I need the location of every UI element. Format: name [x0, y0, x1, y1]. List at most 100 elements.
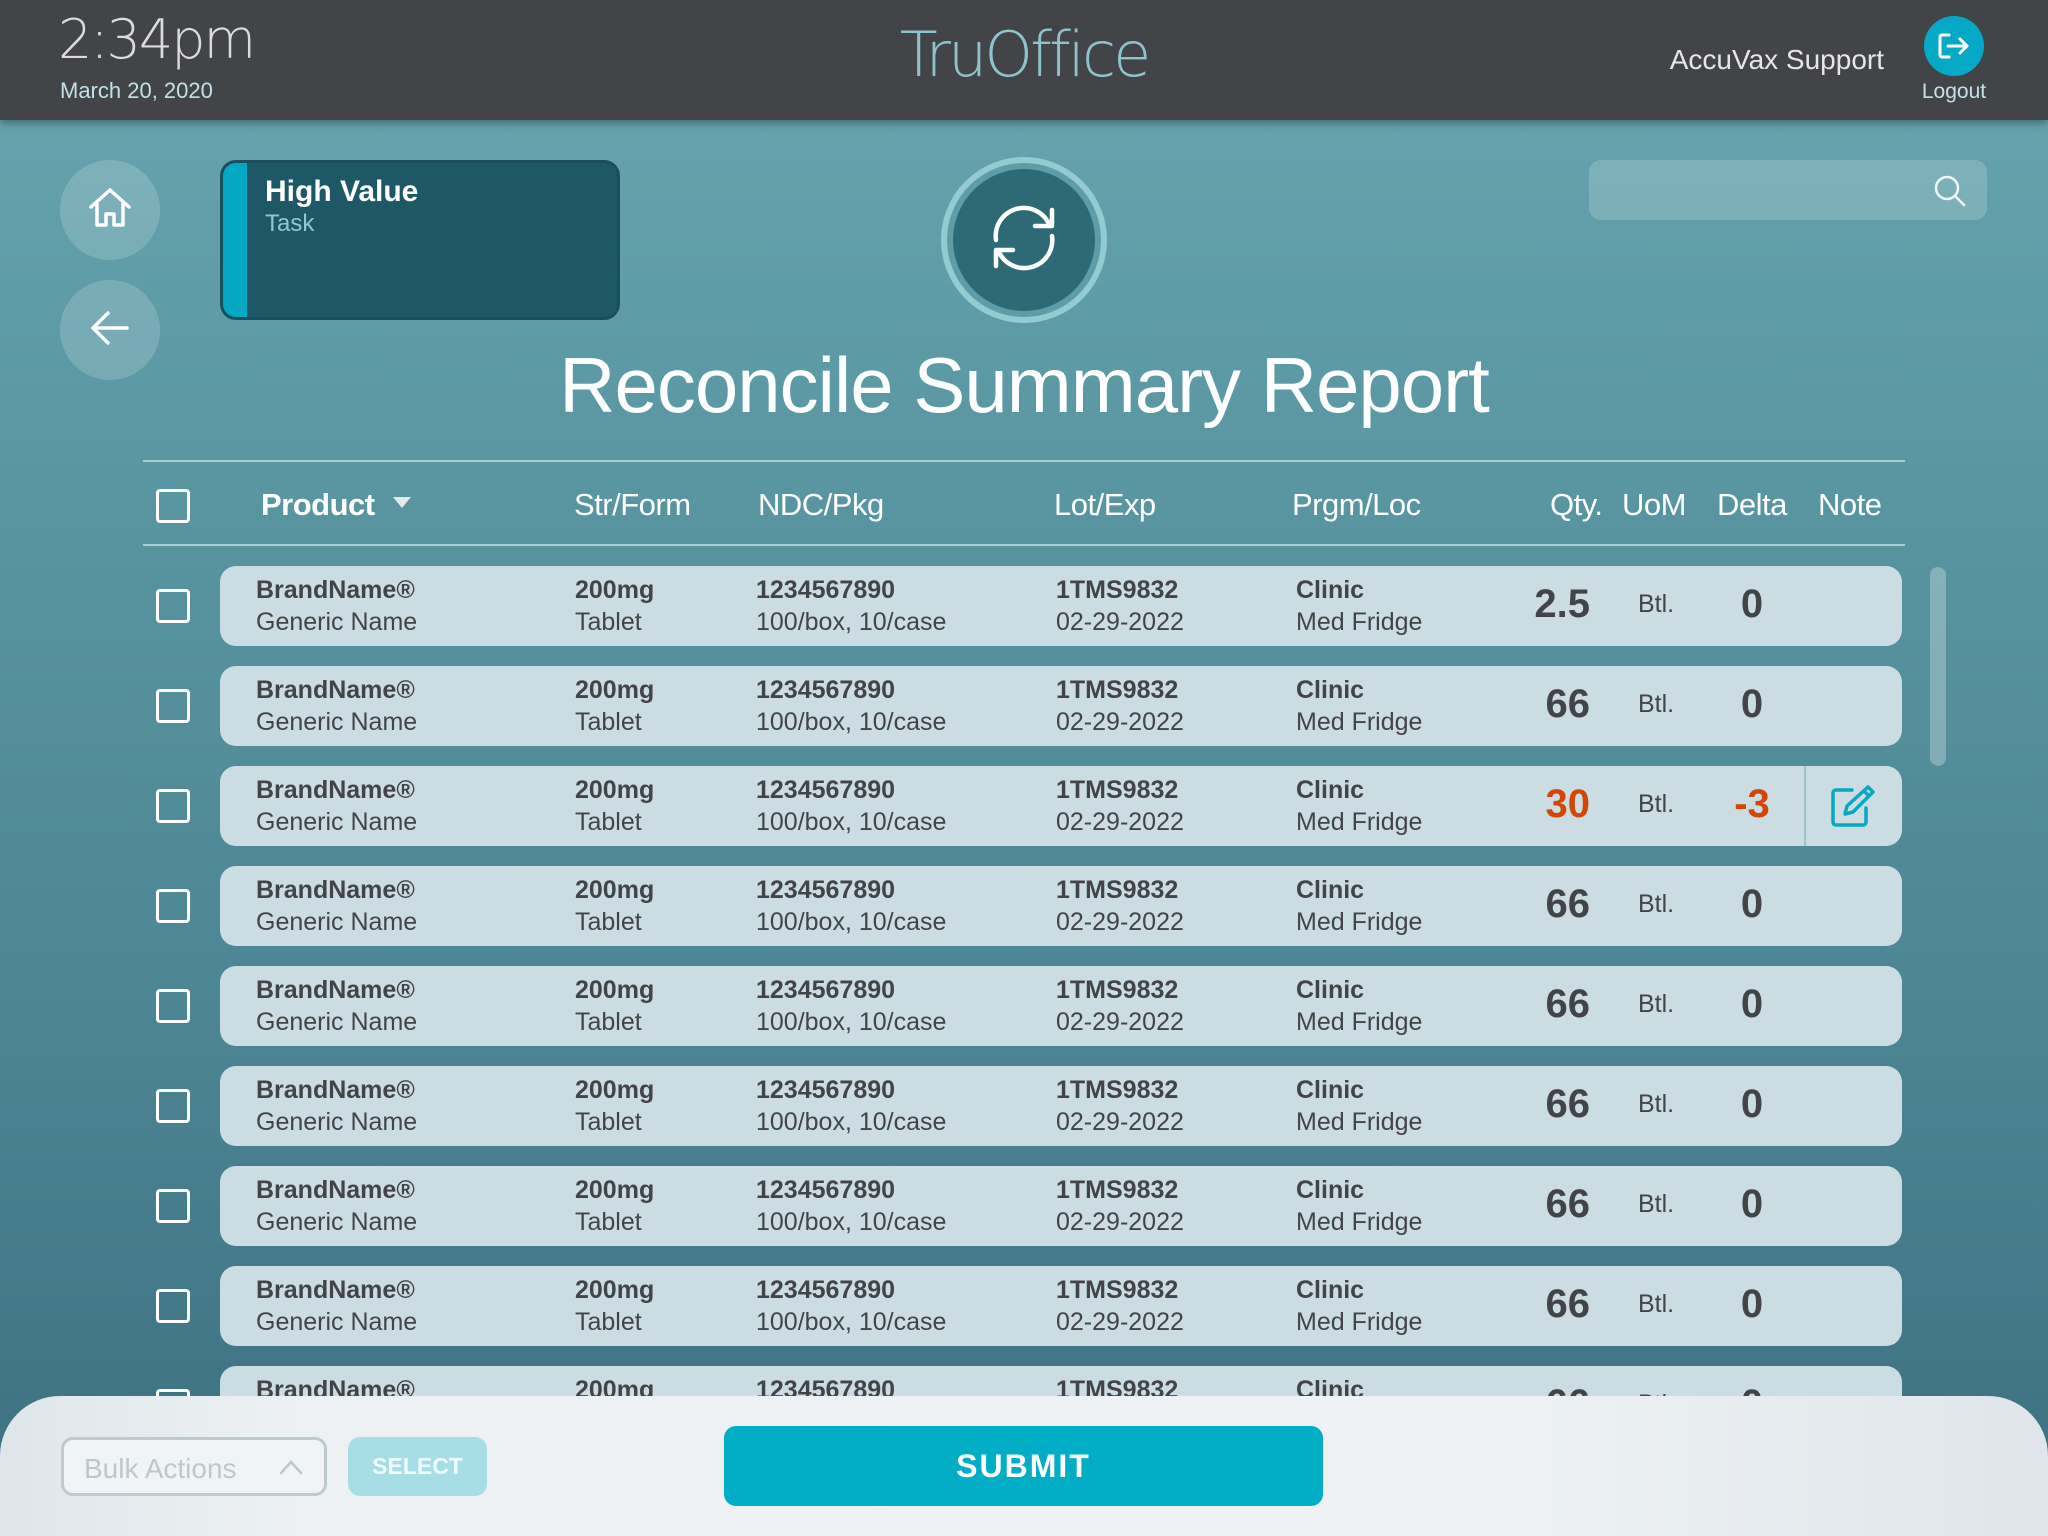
row-checkbox[interactable] [156, 1189, 190, 1223]
unit-of-measure: Btl. [1638, 890, 1675, 918]
program-location-cell: Clinic Med Fridge [1296, 574, 1422, 638]
top-bar: 2:34pm March 20, 2020 TruOffice AccuVax … [0, 0, 2048, 120]
row-checkbox[interactable] [156, 589, 190, 623]
logout-button[interactable]: Logout [1914, 16, 1994, 108]
ndc: 1234567890 [756, 576, 896, 604]
package: 100/box, 10/case [756, 1208, 947, 1236]
table-row: BrandName®Generic Name200mgTablet1234567… [0, 966, 2048, 1046]
expiration-date: 02-29-2022 [1056, 1008, 1184, 1036]
ndc-pkg-cell: 1234567890 100/box, 10/case [756, 574, 946, 638]
lot-number: 1TMS9832 [1056, 1076, 1179, 1104]
quantity: 66 [1545, 982, 1591, 1026]
table-row: BrandName®Generic Name200mgTablet1234567… [0, 666, 2048, 746]
table-body: BrandName® Generic Name 200mg Tablet 1234567… [0, 0, 2048, 1396]
form: Tablet [575, 908, 642, 936]
lot-exp-cell: 1TMS9832 02-29-2022 [1056, 1174, 1184, 1238]
row-card[interactable]: BrandName®Generic Name200mgTablet1234567… [220, 566, 1902, 646]
row-checkbox[interactable] [156, 989, 190, 1023]
location: Med Fridge [1296, 908, 1423, 936]
generic-name: Generic Name [256, 608, 418, 636]
table-row: BrandName®Generic Name200mgTablet1234567… [0, 1366, 2048, 1396]
row-checkbox[interactable] [156, 1289, 190, 1323]
strength: 200mg [575, 976, 655, 1004]
row-checkbox[interactable] [156, 889, 190, 923]
lot-number: 1TMS9832 [1056, 576, 1179, 604]
row-card[interactable]: BrandName®Generic Name200mgTablet1234567… [220, 966, 1902, 1046]
select-button[interactable]: SELECT [348, 1437, 487, 1496]
ndc: 1234567890 [756, 976, 896, 1004]
location: Med Fridge [1296, 708, 1423, 736]
lot-number: 1TMS9832 [1056, 876, 1179, 904]
generic-name: Generic Name [256, 908, 418, 936]
product-cell: BrandName®Generic Name [256, 974, 417, 1038]
program-location-cell: Clinic Med Fridge [1296, 1274, 1422, 1338]
row-checkbox[interactable] [156, 1089, 190, 1123]
strength-form-cell: 200mg Tablet [575, 674, 654, 738]
package: 100/box, 10/case [756, 908, 947, 936]
row-card[interactable]: BrandName®Generic Name 200mgTablet 1234567… [220, 1266, 1902, 1346]
unit-of-measure: Btl. [1638, 990, 1675, 1018]
row-checkbox[interactable] [156, 789, 190, 823]
program-location-cell: Clinic Med Fridge [1296, 774, 1422, 838]
product-cell: BrandName®Generic Name [256, 574, 417, 638]
form: Tablet [575, 1308, 642, 1336]
strength: 200mg [575, 1076, 655, 1104]
delta: -3 [1734, 782, 1770, 826]
table-row: BrandName®Generic Name200mgTablet1234567… [0, 866, 2048, 946]
brand-name: BrandName® [256, 1276, 415, 1304]
quantity: 30 [1545, 782, 1591, 826]
bulk-actions-dropdown[interactable]: Bulk Actions [61, 1437, 327, 1496]
location: Med Fridge [1296, 1208, 1423, 1236]
row-card[interactable]: BrandName®Generic Name200mgTablet1234567… [220, 1166, 1902, 1246]
row-card[interactable]: BrandName®Generic Name200mgTablet1234567… [220, 1366, 1902, 1396]
lot-number: 1TMS9832 [1056, 776, 1179, 804]
lot-exp-cell: 1TMS9832 02-29-2022 [1056, 874, 1184, 938]
product-cell: BrandName®Generic Name [256, 674, 417, 738]
product-cell: BrandName®Generic Name [256, 1074, 417, 1138]
program-location-cell: Clinic Med Fridge [1296, 1174, 1422, 1238]
row-card[interactable]: BrandName®Generic Name200mgTablet1234567… [220, 666, 1902, 746]
product-cell: BrandName®Generic Name [256, 1374, 417, 1396]
edit-note-icon[interactable] [1830, 784, 1876, 828]
program-location-cell: Clinic Med Fridge [1296, 874, 1422, 938]
brand-name: BrandName® [256, 1076, 415, 1104]
program: Clinic [1296, 1276, 1365, 1304]
delta: 0 [1740, 982, 1764, 1026]
generic-name: Generic Name [256, 1008, 418, 1036]
submit-button[interactable]: SUBMIT [724, 1426, 1323, 1506]
brand-name: BrandName® [256, 776, 415, 804]
location: Med Fridge [1296, 1308, 1423, 1336]
program: Clinic [1296, 1176, 1365, 1204]
quantity: 66 [1545, 682, 1591, 726]
program: Clinic [1296, 1376, 1365, 1396]
strength: 200mg [575, 676, 655, 704]
row-checkbox[interactable] [156, 689, 190, 723]
location: Med Fridge [1296, 1108, 1423, 1136]
row-card[interactable]: BrandName®Generic Name200mgTablet1234567… [220, 766, 1902, 846]
lot-exp-cell: 1TMS9832 02-29-2022 [1056, 774, 1184, 838]
strength-form-cell: 200mg Tablet [575, 774, 654, 838]
ndc-pkg-cell: 1234567890 100/box, 10/case [756, 774, 946, 838]
brand-name: BrandName® [256, 676, 415, 704]
product-cell: BrandName®Generic Name [256, 1274, 417, 1338]
form: Tablet [575, 1108, 642, 1136]
row-checkbox[interactable] [156, 1389, 190, 1396]
unit-of-measure: Btl. [1638, 1290, 1675, 1318]
bulk-actions-label: Bulk Actions [84, 1453, 237, 1484]
lot-number: 1TMS9832 [1056, 1176, 1179, 1204]
ndc: 1234567890 [756, 776, 896, 804]
row-card[interactable]: BrandName®Generic Name200mgTablet1234567… [220, 866, 1902, 946]
delta: 0 [1740, 1282, 1764, 1326]
program-location-cell: Clinic Med Fridge [1296, 1074, 1422, 1138]
row-card[interactable]: BrandName®Generic Name200mgTablet1234567… [220, 1066, 1902, 1146]
package: 100/box, 10/case [756, 808, 947, 836]
strength-form-cell: 200mg Tablet [575, 1274, 654, 1338]
expiration-date: 02-29-2022 [1056, 1208, 1184, 1236]
chevron-up-icon [278, 1456, 304, 1483]
table-scrollbar[interactable] [1930, 567, 1946, 766]
table-row: BrandName®Generic Name200mgTablet1234567… [0, 766, 2048, 846]
lot-exp-cell: 1TMS9832 02-29-2022 [1056, 574, 1184, 638]
ndc-pkg-cell: 1234567890 100/box, 10/case [756, 1274, 946, 1338]
delta: 0 [1740, 882, 1764, 926]
package: 100/box, 10/case [756, 1008, 947, 1036]
